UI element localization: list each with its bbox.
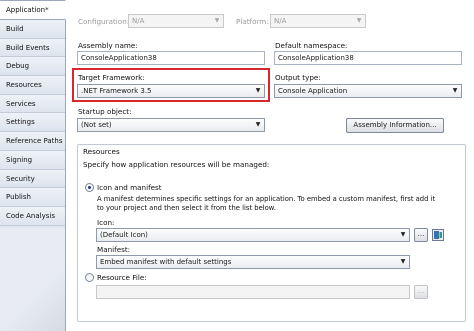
sidebar-item-services[interactable]: Services [0,94,65,114]
sidebar-item-settings[interactable]: Settings [0,113,65,133]
startup-object-label: Startup object: [78,107,132,116]
sidebar-item-security[interactable]: Security [0,169,65,189]
startup-object-value: (Not set) [81,121,112,129]
resources-description: Specify how application resources will b… [83,160,270,169]
resource-file-radio[interactable] [85,273,94,282]
chevron-down-icon: ▼ [214,17,220,24]
assembly-name-label: Assembly name: [78,41,138,50]
resource-file-label: Resource File: [97,273,147,282]
icon-manifest-radio[interactable] [85,183,94,192]
icon-manifest-label: Icon and manifest [97,183,162,192]
sidebar-item-publish[interactable]: Publish [0,188,65,207]
sidebar: Application* Build Build Events Debug Re… [0,0,66,331]
sidebar-item-signing[interactable]: Signing [0,150,65,170]
resources-title: Resources [83,147,120,156]
chevron-down-icon: ▼ [452,87,458,94]
icon-dropdown[interactable]: (Default Icon) ▼ [96,228,410,242]
platform-value: N/A [274,17,287,25]
startup-object-dropdown[interactable]: (Not set) ▼ [77,118,265,132]
sidebar-item-build-events[interactable]: Build Events [0,38,65,58]
sidebar-item-reference-paths[interactable]: Reference Paths [0,132,65,151]
target-framework-value: .NET Framework 3.5 [81,87,152,95]
application-icon-preview-icon [432,229,444,241]
icon-browse-button[interactable]: ... [414,228,428,242]
icon-value: (Default Icon) [100,231,148,239]
default-namespace-input[interactable]: ConsoleApplication38 [274,51,462,65]
sidebar-item-application[interactable]: Application* [0,0,66,20]
chevron-down-icon: ▼ [255,87,261,94]
manifest-value: Embed manifest with default settings [100,258,232,266]
sidebar-item-code-analysis[interactable]: Code Analysis [0,206,65,226]
assembly-information-button[interactable]: Assembly Information... [346,118,444,133]
sidebar-item-debug[interactable]: Debug [0,57,65,77]
platform-dropdown[interactable]: N/A ▼ [270,14,366,28]
output-type-value: Console Application [278,87,348,95]
configuration-dropdown[interactable]: N/A ▼ [128,14,224,28]
configuration-value: N/A [132,17,145,25]
assembly-name-input[interactable]: ConsoleApplication38 [77,51,265,65]
sidebar-background [0,228,65,331]
chevron-down-icon: ▼ [255,121,261,128]
manifest-label: Manifest: [97,245,131,254]
output-type-dropdown[interactable]: Console Application ▼ [274,84,462,98]
target-framework-dropdown[interactable]: .NET Framework 3.5 ▼ [77,84,265,98]
resource-file-input[interactable] [96,285,410,299]
platform-label: Platform: [236,17,269,26]
output-type-label: Output type: [275,73,321,82]
default-namespace-label: Default namespace: [275,41,348,50]
chevron-down-icon: ▼ [356,17,362,24]
icon-manifest-description: A manifest determines specific settings … [97,195,436,212]
target-framework-label: Target Framework: [78,73,145,82]
manifest-dropdown[interactable]: Embed manifest with default settings ▼ [96,255,410,269]
sidebar-item-resources[interactable]: Resources [0,76,65,95]
chevron-down-icon: ▼ [400,231,406,238]
resource-file-browse-button[interactable]: ... [414,285,428,299]
chevron-down-icon: ▼ [400,258,406,265]
icon-label: Icon: [97,218,115,227]
sidebar-item-build[interactable]: Build [0,20,65,39]
configuration-label: Configuration: [78,17,130,26]
